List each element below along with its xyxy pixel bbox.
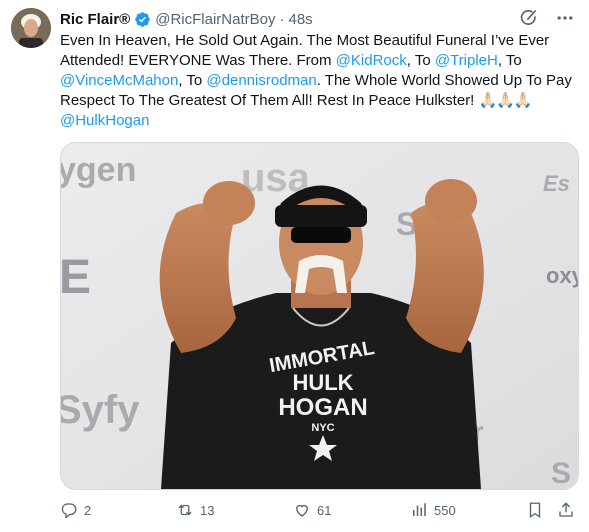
reply-button[interactable]: 2 [60, 501, 91, 519]
reply-count: 2 [84, 502, 92, 518]
tweet-header: Ric Flair® @RicFlairNatrBoy · 48s [60, 9, 313, 29]
tweet-photo[interactable]: ygen usa Syfy E oxy Syfy chiller Es S ox [60, 142, 579, 490]
share-button[interactable] [557, 501, 575, 519]
mention-vincemcmahon[interactable]: @VinceMcMahon [60, 72, 178, 89]
avatar[interactable] [11, 8, 51, 48]
tweet-text-part: , To [497, 52, 522, 69]
backdrop-text: ygen [61, 151, 136, 189]
mention-hulkhogan[interactable]: @HulkHogan [60, 112, 149, 129]
backdrop-text: Syfy [61, 388, 140, 432]
shirt-text: HULK [292, 370, 353, 395]
backdrop-text: E [61, 251, 91, 304]
header-actions [519, 8, 575, 28]
like-button[interactable]: 61 [293, 501, 331, 519]
views-count: 550 [434, 502, 456, 518]
author-name[interactable]: Ric Flair® [60, 11, 130, 28]
shirt-text: NYC [311, 422, 334, 434]
like-count: 61 [317, 502, 332, 518]
share-icon [559, 502, 573, 517]
bookmark-icon [529, 502, 541, 519]
views-icon [413, 503, 426, 516]
timestamp[interactable]: 48s [289, 11, 313, 28]
backdrop-text: S [551, 457, 571, 489]
mention-kidrock[interactable]: @KidRock [336, 52, 407, 69]
mention-dennisrodman[interactable]: @dennisrodman [206, 72, 316, 89]
grok-icon[interactable] [519, 8, 539, 28]
like-icon [296, 504, 308, 517]
tweet: Ric Flair® @RicFlairNatrBoy · 48s Even I… [0, 0, 589, 532]
shirt-text: HOGAN [278, 394, 367, 421]
separator: · [279, 10, 285, 28]
bookmark-button[interactable] [526, 501, 544, 519]
tweet-text: Even In Heaven, He Sold Out Again. The M… [60, 31, 580, 131]
views-button[interactable]: 550 [410, 501, 456, 519]
mention-tripleh[interactable]: @TripleH [435, 52, 498, 69]
repost-count: 13 [200, 502, 215, 518]
pray-emoji: 🙏🏻🙏🏻🙏🏻 [478, 92, 533, 109]
tweet-text-part: , To [178, 72, 207, 89]
backdrop-text: Es [543, 171, 570, 196]
repost-button[interactable]: 13 [176, 501, 214, 519]
tweet-text-part: , To [406, 52, 435, 69]
more-icon[interactable] [555, 8, 575, 28]
verified-badge-icon [134, 11, 151, 28]
repost-icon [178, 504, 192, 516]
backdrop-text: oxy [546, 263, 578, 288]
reply-icon [61, 503, 77, 519]
author-handle[interactable]: @RicFlairNatrBoy [155, 11, 275, 28]
action-bar: 2 13 61 550 [60, 500, 577, 520]
